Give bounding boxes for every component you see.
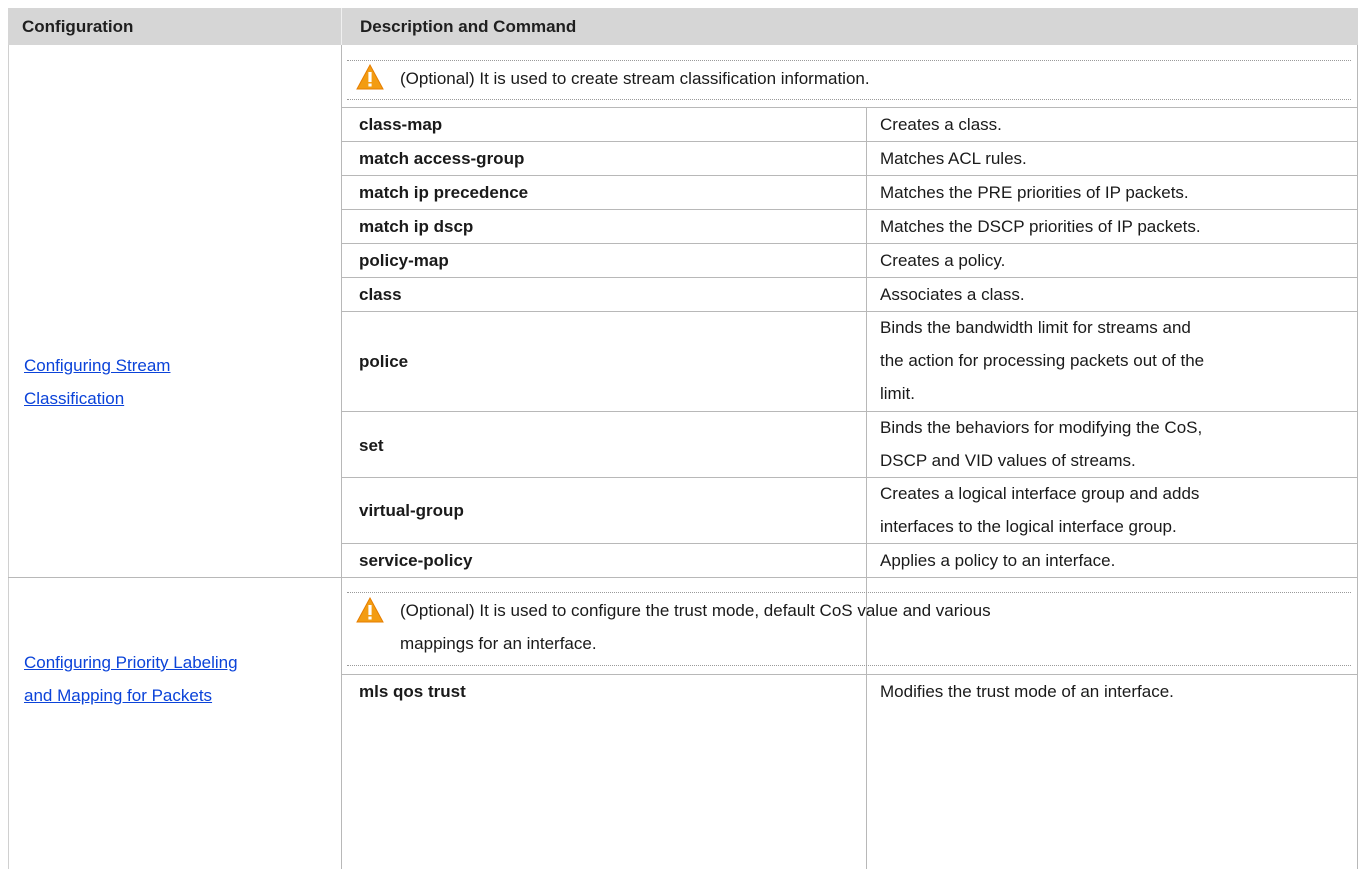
description: Creates a logical interface group and ad…: [880, 477, 1199, 543]
note-line: (Optional) It is used to configure the t…: [400, 601, 991, 620]
table-row: match ip precedence Matches the PRE prio…: [341, 175, 1358, 209]
command-policy-map: policy-map: [359, 251, 449, 270]
header-description-command: Description and Command: [360, 17, 577, 36]
table-row: match ip dscp Matches the DSCP prioritie…: [341, 209, 1358, 243]
link-line: and Mapping for Packets: [24, 686, 213, 705]
header-configuration: Configuration: [22, 17, 134, 36]
description-line: interfaces to the logical interface grou…: [880, 517, 1177, 536]
section-note: (Optional) It is used to configure the t…: [400, 594, 991, 660]
description-line: Binds the behaviors for modifying the Co…: [880, 418, 1203, 437]
link-line: Classification: [24, 389, 125, 408]
table-row: class Associates a class.: [341, 277, 1358, 311]
left-border: [8, 45, 9, 869]
table-row: mls qos trust Modifies the trust mode of…: [341, 674, 1358, 708]
link-line: Configuring Priority Labeling: [24, 653, 238, 672]
note-top-rule: [347, 60, 1351, 61]
command-police: police: [359, 352, 409, 371]
command-class: class: [359, 285, 402, 304]
description-line: Binds the bandwidth limit for streams an…: [880, 318, 1191, 337]
description: Creates a class.: [880, 115, 1002, 134]
table-row: match access-group Matches ACL rules.: [341, 141, 1358, 175]
note-top-rule: [347, 592, 1351, 593]
table-row: police Binds the bandwidth limit for str…: [341, 311, 1358, 411]
link-line: Configuring Stream: [24, 356, 171, 375]
description: Matches the PRE priorities of IP packets…: [880, 183, 1189, 202]
table-row: set Binds the behaviors for modifying th…: [341, 411, 1358, 477]
description: Applies a policy to an interface.: [880, 551, 1116, 570]
description: Binds the behaviors for modifying the Co…: [880, 411, 1202, 477]
description: Binds the bandwidth limit for streams an…: [880, 311, 1204, 410]
command-virtual-group: virtual-group: [359, 501, 464, 520]
note-line: mappings for an interface.: [400, 634, 597, 653]
description-line: the action for processing packets out of…: [880, 351, 1205, 370]
warning-icon: [356, 63, 384, 90]
command-class-map: class-map: [359, 115, 443, 134]
section-note: (Optional) It is used to create stream c…: [400, 69, 870, 88]
command-mls-qos-trust: mls qos trust: [359, 682, 466, 701]
table-row: class-map Creates a class.: [341, 107, 1358, 141]
command-match-ip-dscp: match ip dscp: [359, 217, 474, 236]
warning-icon: [356, 596, 384, 623]
note-bottom-rule: [347, 99, 1351, 100]
description: Modifies the trust mode of an interface.: [880, 682, 1174, 701]
link-configuring-priority-labeling[interactable]: Configuring Priority Labeling and Mappin…: [24, 646, 238, 712]
header-divider: [341, 8, 342, 45]
description-line: limit.: [880, 384, 915, 403]
description-line: Creates a logical interface group and ad…: [880, 484, 1200, 503]
description: Creates a policy.: [880, 251, 1006, 270]
description: Associates a class.: [880, 285, 1025, 304]
table-header: Configuration Description and Command: [8, 8, 1358, 45]
description-line: DSCP and VID values of streams.: [880, 451, 1136, 470]
note-bottom-rule: [347, 665, 1351, 666]
description: Matches the DSCP priorities of IP packet…: [880, 217, 1201, 236]
table-row: policy-map Creates a policy.: [341, 243, 1358, 277]
description: Matches ACL rules.: [880, 149, 1027, 168]
command-match-access-group: match access-group: [359, 149, 525, 168]
command-service-policy: service-policy: [359, 551, 473, 570]
link-configuring-stream-classification[interactable]: Configuring Stream Classification: [24, 349, 170, 415]
table-row: service-policy Applies a policy to an in…: [341, 543, 1358, 577]
command-set: set: [359, 436, 384, 455]
command-match-ip-precedence: match ip precedence: [359, 183, 529, 202]
table-row: virtual-group Creates a logical interfac…: [341, 477, 1358, 543]
section-divider: [8, 577, 1358, 578]
